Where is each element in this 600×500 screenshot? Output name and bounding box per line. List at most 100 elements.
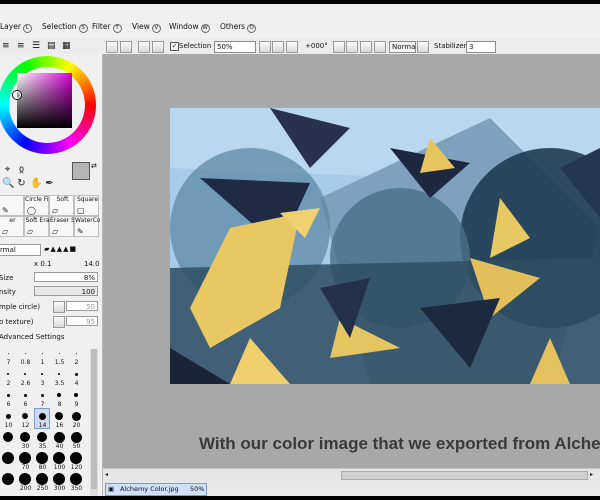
brush-size-dot[interactable]: [70, 431, 82, 443]
mode-toggle-button[interactable]: [417, 41, 429, 53]
brush-size-dot[interactable]: [38, 412, 46, 420]
brush-size-dot[interactable]: [7, 352, 9, 354]
size-grid-scrollbar[interactable]: [90, 349, 98, 496]
menu-selection[interactable]: Selection S: [42, 22, 88, 33]
brush-size-dot[interactable]: [58, 373, 60, 375]
brush-size-dot[interactable]: [22, 413, 28, 419]
scroll-left-arrow-icon[interactable]: ◂: [105, 471, 113, 479]
brush-size-dot[interactable]: [41, 373, 43, 375]
menu-others[interactable]: Others O: [220, 22, 257, 33]
rotate-right-button[interactable]: [346, 41, 358, 53]
brush-size-dot[interactable]: [3, 432, 13, 442]
lasso-tool-icon[interactable]: ჲ: [16, 164, 27, 175]
selection-checkbox[interactable]: ✓: [170, 42, 179, 51]
grid-view-icon[interactable]: ▦: [62, 41, 72, 51]
brush-tool-square[interactable]: Square ▢: [74, 195, 99, 216]
panel-icon[interactable]: ▤: [47, 41, 57, 51]
brush-size-dot[interactable]: [5, 413, 11, 419]
align-left-icon[interactable]: ≡: [2, 41, 12, 51]
brush-size-dot[interactable]: [36, 452, 48, 464]
zoom-reset-button[interactable]: [286, 41, 298, 53]
brush-size-dot[interactable]: [23, 393, 27, 397]
brush-size-value: 6: [6, 401, 11, 408]
rotate-reset-button[interactable]: [360, 41, 372, 53]
color-picker-cursor[interactable]: [13, 91, 21, 99]
invert-selection-button[interactable]: [120, 41, 132, 53]
brush-size-dot[interactable]: [70, 473, 82, 485]
deselect-button[interactable]: [106, 41, 118, 53]
zoom-in-button[interactable]: [259, 41, 271, 53]
brush-tool-eraser-square[interactable]: Eraser Squa ▱: [49, 216, 75, 237]
menu-window[interactable]: Window W: [169, 22, 210, 33]
saturation-value-square[interactable]: [13, 73, 72, 128]
menu-filter[interactable]: Filter T: [92, 22, 122, 33]
transform-button[interactable]: [138, 41, 150, 53]
texture-slider[interactable]: 95: [66, 316, 98, 326]
shape-slider[interactable]: 50: [66, 301, 98, 311]
zoom-tool-icon[interactable]: 🔍: [2, 178, 14, 189]
canvas-area[interactable]: With our color image that we exported fr…: [103, 54, 600, 468]
menu-layer[interactable]: Layer L: [0, 22, 32, 33]
eyedropper-tool-icon[interactable]: ✒: [44, 178, 55, 189]
texture-dropdown-button[interactable]: [53, 316, 65, 328]
brush-size-dot[interactable]: [53, 431, 65, 443]
list-view-icon[interactable]: ☰: [32, 41, 42, 51]
primary-color-swatch[interactable]: [72, 162, 90, 180]
stabilizer-dropdown[interactable]: 3: [466, 41, 496, 53]
advanced-settings-label[interactable]: Advanced Settings: [0, 333, 65, 341]
brush-size-dot[interactable]: [20, 432, 30, 442]
brush-size-dot[interactable]: [70, 452, 82, 464]
brush-size-dot[interactable]: [71, 411, 81, 421]
select-tool-icon[interactable]: ⌖: [2, 164, 13, 175]
brush-size-dot[interactable]: [57, 393, 61, 397]
rotate-tool-icon[interactable]: ↻: [16, 178, 27, 189]
brush-tool-watercolor[interactable]: WaterCo ✎: [74, 216, 100, 237]
menu-view[interactable]: View V: [132, 22, 161, 33]
brush-shape-presets[interactable]: ▰▲▲▲■: [44, 244, 100, 254]
swap-colors-icon[interactable]: ⇄: [91, 162, 97, 170]
brush-size-dot[interactable]: [58, 352, 60, 354]
scroll-right-arrow-icon[interactable]: ▸: [590, 471, 598, 479]
brush-size-dot[interactable]: [53, 452, 65, 464]
brush-size-dot[interactable]: [7, 373, 9, 375]
zoom-dropdown[interactable]: 50%: [214, 41, 256, 53]
horizontal-scroll-thumb[interactable]: [341, 471, 588, 480]
brush-size-dot[interactable]: [6, 393, 10, 397]
brush-size-dot[interactable]: [2, 473, 14, 485]
brush-size-dot[interactable]: [2, 452, 14, 464]
rotate-left-button[interactable]: [333, 41, 345, 53]
brush-size-dot[interactable]: [24, 373, 26, 375]
brush-size-dot[interactable]: [24, 352, 26, 354]
brush-tool-eraser[interactable]: er ▱: [0, 216, 24, 237]
brush-tool-soft[interactable]: Soft ▱: [49, 195, 74, 216]
brush-tool-pen[interactable]: ✎: [0, 195, 24, 216]
brush-tool-circle[interactable]: Circle Fi. ◯: [24, 195, 50, 216]
document-tab[interactable]: ▣ Alchemy Color.jpg 50%: [105, 483, 207, 496]
shape-dropdown-button[interactable]: [53, 301, 65, 313]
align-center-icon[interactable]: ≡: [17, 41, 27, 51]
zoom-out-button[interactable]: [272, 41, 284, 53]
brush-size-dot[interactable]: [53, 473, 65, 485]
flip-button[interactable]: [374, 41, 386, 53]
brush-size-dot[interactable]: [37, 432, 47, 442]
brush-blend-dropdown[interactable]: rmal: [0, 244, 41, 256]
brush-size-dot[interactable]: [75, 352, 77, 354]
brush-size-dot[interactable]: [19, 452, 31, 464]
brush-size-dot[interactable]: [74, 393, 78, 397]
free-transform-button[interactable]: [152, 41, 164, 53]
brush-tool-soft-eraser[interactable]: Soft Era ▱: [24, 216, 49, 237]
brush-size-dot[interactable]: [36, 473, 48, 485]
artwork-image[interactable]: [170, 108, 600, 384]
horizontal-scrollbar[interactable]: ◂ ▸: [103, 468, 600, 481]
brush-size-dot[interactable]: [19, 473, 31, 485]
size-grid-scroll-thumb[interactable]: [91, 349, 97, 489]
brush-size-dot[interactable]: [74, 372, 78, 376]
brush-size-dot[interactable]: [41, 352, 43, 354]
brush-size-dot[interactable]: [40, 393, 44, 397]
blend-mode-dropdown[interactable]: Normal: [389, 41, 416, 53]
brush-tool-eraser-label: er: [9, 217, 16, 224]
size-slider[interactable]: 8%: [34, 272, 98, 282]
brush-size-dot[interactable]: [55, 412, 63, 420]
hand-tool-icon[interactable]: ✋: [30, 178, 42, 189]
density-slider[interactable]: 100: [34, 286, 98, 296]
